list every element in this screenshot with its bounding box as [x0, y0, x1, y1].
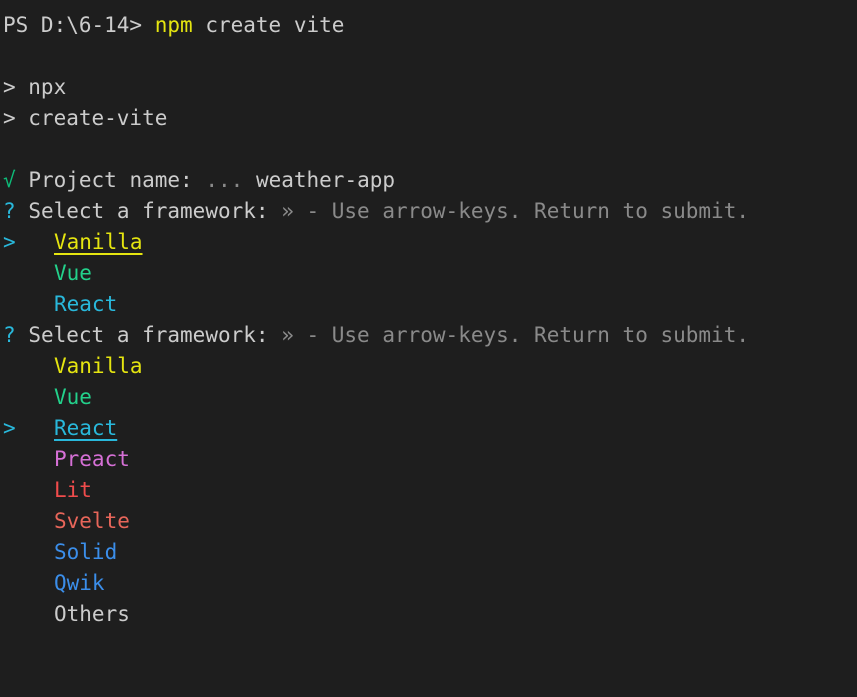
project-name-line: √ Project name: ... weather-app [0, 165, 857, 196]
create-vite-line: > create-vite [3, 106, 168, 130]
menu-item-label: Others [54, 602, 130, 626]
pointer-icon: > [3, 230, 16, 254]
menu-item-vanilla[interactable]: Vanilla [0, 351, 857, 382]
menu-item-label: Vue [54, 385, 92, 409]
select-framework-label: Select a framework: [28, 323, 269, 347]
menu-item-qwik[interactable]: Qwik [0, 568, 857, 599]
command-line: PS D:\6-14> npm create vite [0, 10, 857, 41]
check-icon: √ [3, 168, 16, 192]
menu-item-preact[interactable]: Preact [0, 444, 857, 475]
project-name-label: Project name: [28, 168, 193, 192]
select-framework-prompt: ? Select a framework: » - Use arrow-keys… [0, 196, 857, 227]
pointer-icon: > [3, 416, 16, 440]
menu-item-vue[interactable]: Vue [0, 382, 857, 413]
menu-item-label: Vanilla [54, 230, 143, 254]
menu-item-label: Svelte [54, 509, 130, 533]
project-name-dots: ... [205, 168, 244, 192]
menu-item-label: Qwik [54, 571, 105, 595]
menu-item-vanilla[interactable]: > Vanilla [0, 227, 857, 258]
menu-item-label: Lit [54, 478, 92, 502]
menu-item-react[interactable]: React [0, 289, 857, 320]
select-framework-label: Select a framework: [28, 199, 269, 223]
menu-item-lit[interactable]: Lit [0, 475, 857, 506]
menu-item-react[interactable]: > React [0, 413, 857, 444]
menu-item-label: Vanilla [54, 354, 143, 378]
terminal-window[interactable]: PS D:\6-14> npm create vite > npx > crea… [0, 0, 857, 697]
menu-item-label: React [54, 416, 118, 440]
select-framework-prompt: ? Select a framework: » - Use arrow-keys… [0, 320, 857, 351]
select-framework-hint: » - Use arrow-keys. Return to submit. [281, 323, 749, 347]
question-icon: ? [3, 323, 16, 347]
npx-line: > npx [3, 75, 67, 99]
question-icon: ? [3, 199, 16, 223]
project-name-value: weather-app [255, 168, 396, 192]
menu-item-label: Vue [54, 261, 92, 285]
menu-item-label: React [54, 292, 118, 316]
menu-item-label: Preact [54, 447, 130, 471]
menu-item-label: Solid [54, 540, 118, 564]
menu-item-solid[interactable]: Solid [0, 537, 857, 568]
ps-prompt: PS D:\6-14> [3, 13, 143, 37]
menu-item-others[interactable]: Others [0, 599, 857, 630]
menu-item-vue[interactable]: Vue [0, 258, 857, 289]
command-args: create vite [205, 13, 345, 37]
menu-item-svelte[interactable]: Svelte [0, 506, 857, 537]
select-framework-hint: » - Use arrow-keys. Return to submit. [281, 199, 749, 223]
command-name: npm [154, 13, 193, 37]
